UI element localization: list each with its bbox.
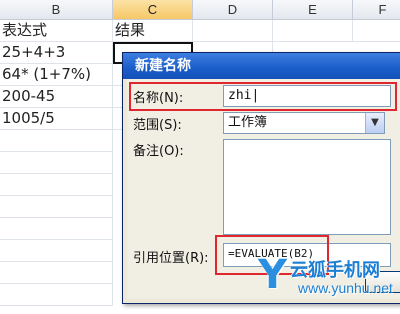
- cell-b7[interactable]: [0, 152, 113, 174]
- cell-b5[interactable]: 1005/5: [0, 108, 113, 130]
- refers-to-label: 引用位置(R):: [133, 251, 209, 266]
- comment-label: 备注(O):: [133, 144, 184, 159]
- watermark-logo: Y 云狐手机网 www.yunhu.net: [258, 252, 400, 300]
- cell-b8[interactable]: [0, 174, 113, 196]
- watermark-text: 云狐手机网: [290, 260, 380, 281]
- column-header-f[interactable]: F: [353, 0, 400, 20]
- cell-b9[interactable]: [0, 196, 113, 218]
- cell-b3[interactable]: 64* (1+7%): [0, 64, 113, 86]
- column-header-d[interactable]: D: [193, 0, 273, 20]
- cell-b6[interactable]: [0, 130, 113, 152]
- cell-b11[interactable]: [0, 240, 113, 262]
- scope-value: 工作簿: [228, 115, 268, 130]
- cell-b13[interactable]: [0, 284, 113, 306]
- cell-b1[interactable]: 表达式: [0, 20, 113, 42]
- comment-textarea[interactable]: [223, 139, 391, 235]
- cell-b12[interactable]: [0, 262, 113, 284]
- column-header-b[interactable]: B: [0, 0, 113, 20]
- cell-f1[interactable]: [353, 20, 400, 42]
- scope-select[interactable]: 工作簿 ▼: [223, 112, 385, 134]
- cell-c1[interactable]: 结果: [113, 20, 193, 42]
- watermark-y-logo: Y: [258, 252, 287, 298]
- name-highlight-box: [129, 82, 397, 111]
- dialog-title[interactable]: 新建名称: [123, 53, 400, 79]
- cell-e1[interactable]: [273, 20, 353, 42]
- cell-b2[interactable]: 25+4+3: [0, 42, 113, 64]
- watermark-url: www.yunhu.net: [298, 280, 393, 296]
- column-header-c[interactable]: C: [113, 0, 193, 20]
- chevron-down-icon[interactable]: ▼: [365, 113, 384, 133]
- cell-b4[interactable]: 200-45: [0, 86, 113, 108]
- cell-d1[interactable]: [193, 20, 273, 42]
- cell-b10[interactable]: [0, 218, 113, 240]
- column-header-e[interactable]: E: [273, 0, 353, 20]
- scope-label: 范围(S):: [133, 118, 182, 133]
